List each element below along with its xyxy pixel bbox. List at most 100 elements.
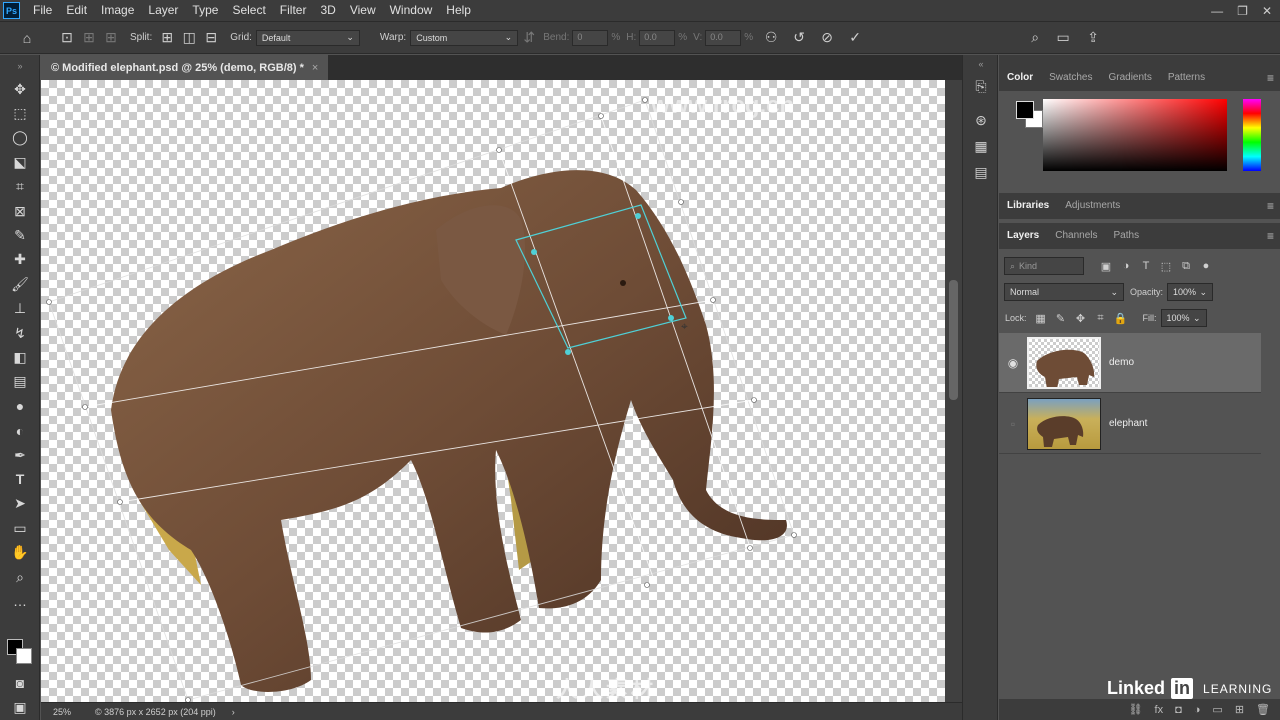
vertical-scrollbar[interactable] — [945, 80, 962, 702]
quick-mask-icon[interactable]: ◙ — [0, 671, 40, 695]
color-spectrum-field[interactable] — [1043, 99, 1227, 171]
clone-stamp-tool-icon[interactable]: ⊥ — [0, 297, 40, 321]
menu-3d[interactable]: 3D — [313, 0, 342, 21]
filter-adjustment-icon[interactable]: ◑ — [1116, 260, 1136, 272]
v-input[interactable]: 0.0 — [705, 29, 742, 46]
menu-window[interactable]: Window — [383, 0, 440, 21]
warp-dropdown[interactable]: Custom ⌄ — [410, 29, 519, 46]
gradient-tool-icon[interactable]: ▤ — [0, 370, 40, 394]
grid-dropdown[interactable]: Default ⌄ — [255, 29, 360, 46]
background-color-swatch[interactable] — [16, 648, 32, 664]
menu-help[interactable]: Help — [439, 0, 478, 21]
healing-brush-tool-icon[interactable]: ✚ — [0, 248, 40, 272]
eye-icon[interactable]: ◉ — [999, 356, 1027, 370]
collapse-tools-icon[interactable]: » — [0, 55, 40, 77]
adjustment-layer-icon[interactable]: ◑ — [1194, 704, 1201, 716]
screen-mode-icon[interactable]: ▣ — [0, 695, 40, 719]
home-icon[interactable]: ⌂ — [16, 27, 38, 49]
tab-paths[interactable]: Paths — [1106, 223, 1148, 249]
layer-kind-filter[interactable]: ⌕ Kind — [1004, 257, 1084, 275]
status-menu-arrow[interactable]: › — [232, 707, 235, 717]
marquee-tool-icon[interactable]: ⬚ — [0, 101, 40, 125]
warp-grid-toggle-icon[interactable]: ⊞ — [78, 27, 100, 49]
add-mask-icon[interactable]: ◘ — [1175, 704, 1182, 716]
tab-color[interactable]: Color — [999, 65, 1041, 91]
minimize-icon[interactable]: — — [1211, 4, 1223, 18]
dodge-tool-icon[interactable]: ◐ — [0, 418, 40, 442]
close-window-icon[interactable]: ✕ — [1262, 4, 1272, 18]
tab-layers[interactable]: Layers — [999, 223, 1047, 249]
properties-panel-icon[interactable]: ▦ — [963, 133, 999, 159]
tab-patterns[interactable]: Patterns — [1160, 65, 1213, 91]
frame-tool-icon[interactable]: ⊠ — [0, 199, 40, 223]
collapse-dock-icon[interactable]: « — [963, 55, 999, 73]
elephant-image[interactable]: ⌖ — [41, 80, 945, 702]
zoom-tool-icon[interactable]: ⌕ — [0, 565, 40, 589]
object-selection-tool-icon[interactable]: ⬕ — [0, 150, 40, 174]
history-brush-tool-icon[interactable]: ↯ — [0, 321, 40, 345]
blur-tool-icon[interactable]: ● — [0, 394, 40, 418]
canvas-area[interactable]: ⌖ www.rrcg.cn 人人素材 — [41, 80, 962, 702]
history-panel-icon[interactable]: ⎘ — [963, 73, 999, 99]
transform-grid-icon[interactable]: ⊞ — [100, 27, 122, 49]
search-icon[interactable]: ⌕ — [1024, 27, 1046, 49]
eraser-tool-icon[interactable]: ◧ — [0, 345, 40, 369]
type-tool-icon[interactable]: T — [0, 467, 40, 491]
bend-input[interactable]: 0 — [572, 29, 609, 46]
edit-toolbar-icon[interactable]: … — [0, 589, 40, 613]
zoom-level[interactable]: 25% — [53, 707, 71, 717]
panel-menu-icon[interactable]: ≡ — [1267, 193, 1274, 219]
switch-warp-mode-icon[interactable]: ⚇ — [760, 27, 782, 49]
commit-transform-icon[interactable]: ✓ — [844, 27, 866, 49]
panel-menu-icon[interactable]: ≡ — [1267, 223, 1274, 249]
split-vertical-icon[interactable]: ◫ — [178, 27, 200, 49]
menu-file[interactable]: File — [26, 0, 59, 21]
panel-menu-icon[interactable]: ≡ — [1267, 65, 1274, 91]
share-icon[interactable]: ⇪ — [1082, 27, 1104, 49]
menu-view[interactable]: View — [343, 0, 383, 21]
document-tab[interactable]: © Modified elephant.psd @ 25% (demo, RGB… — [41, 55, 329, 80]
color-chips[interactable] — [7, 639, 37, 669]
tab-gradients[interactable]: Gradients — [1100, 65, 1159, 91]
lock-artboard-icon[interactable]: ⌗ — [1091, 312, 1111, 325]
reference-point-icon[interactable]: ⊡ — [56, 27, 78, 49]
tab-swatches[interactable]: Swatches — [1041, 65, 1100, 91]
rectangle-tool-icon[interactable]: ▭ — [0, 516, 40, 540]
workspace-icon[interactable]: ▭ — [1052, 27, 1074, 49]
menu-image[interactable]: Image — [94, 0, 141, 21]
trash-icon[interactable]: 🗑 — [1256, 703, 1270, 716]
brush-tool-icon[interactable]: 🖌 — [0, 272, 40, 296]
crop-tool-icon[interactable]: ⌗ — [0, 175, 40, 199]
split-crosswise-icon[interactable]: ⊞ — [156, 27, 178, 49]
filter-smart-object-icon[interactable]: ⧉ — [1176, 260, 1196, 273]
lock-position-icon[interactable]: ✥ — [1071, 312, 1091, 325]
layer-row[interactable]: ▫ elephant — [999, 394, 1261, 454]
link-layers-icon[interactable]: ⛓ — [1129, 703, 1143, 716]
tab-libraries[interactable]: Libraries — [999, 193, 1057, 219]
filter-toggle-icon[interactable]: ● — [1196, 260, 1216, 272]
layer-style-icon[interactable]: fx — [1155, 704, 1164, 716]
opacity-input[interactable]: 100% ⌄ — [1167, 283, 1214, 301]
menu-layer[interactable]: Layer — [141, 0, 185, 21]
path-selection-tool-icon[interactable]: ➤ — [0, 492, 40, 516]
hand-tool-icon[interactable]: ✋ — [0, 540, 40, 564]
tab-channels[interactable]: Channels — [1047, 223, 1105, 249]
change-warp-orientation-icon[interactable]: ⇵ — [518, 27, 540, 49]
pen-tool-icon[interactable]: ✒ — [0, 443, 40, 467]
hue-slider[interactable] — [1243, 99, 1261, 171]
visibility-toggle[interactable]: ▫ — [999, 417, 1027, 431]
fill-input[interactable]: 100% ⌄ — [1160, 309, 1207, 327]
move-tool-icon[interactable]: ✥ — [0, 77, 40, 101]
lasso-tool-icon[interactable]: ◯ — [0, 126, 40, 150]
restore-icon[interactable]: ❐ — [1237, 4, 1248, 18]
lock-image-icon[interactable]: ✎ — [1051, 312, 1071, 325]
layer-row[interactable]: ◉ demo — [999, 333, 1261, 393]
blend-mode-dropdown[interactable]: Normal ⌄ — [1004, 283, 1124, 301]
reset-warp-icon[interactable]: ↺ — [788, 27, 810, 49]
menu-select[interactable]: Select — [225, 0, 272, 21]
lock-transparent-icon[interactable]: ▦ — [1031, 312, 1051, 325]
lock-all-icon[interactable]: 🔒 — [1111, 312, 1131, 325]
tab-adjustments[interactable]: Adjustments — [1057, 193, 1128, 219]
h-input[interactable]: 0.0 — [639, 29, 676, 46]
close-tab-icon[interactable]: × — [312, 62, 318, 74]
